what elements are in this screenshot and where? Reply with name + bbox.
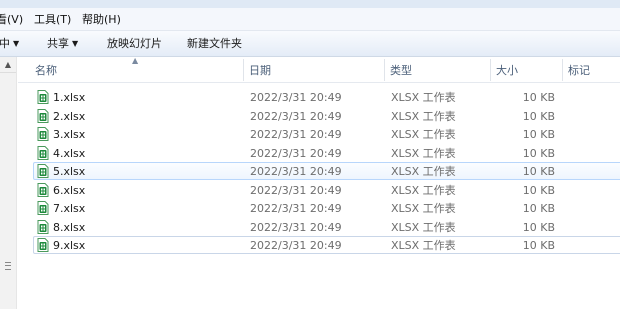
share-button[interactable]: 共享 ▼ [47,36,78,52]
file-row[interactable]: 1.xlsx 2022/3/31 20:49 XLSX 工作表 10 KB [33,88,620,106]
file-row[interactable]: 2.xlsx 2022/3/31 20:49 XLSX 工作表 10 KB [33,107,620,125]
include-label: 中 [0,37,10,50]
include-in-library-button[interactable]: 中 ▼ [0,36,19,52]
menu-help[interactable]: 帮助(H) [82,12,121,28]
file-type: XLSX 工作表 [391,109,456,123]
share-label: 共享 [47,37,69,50]
menu-bar: 看(V) 工具(T) 帮助(H) [0,0,620,31]
file-size: 10 KB [522,165,555,178]
file-type: XLSX 工作表 [391,183,456,197]
slideshow-button[interactable]: 放映幻灯片 [107,36,162,52]
file-date: 2022/3/31 20:49 [250,239,342,252]
file-row[interactable]: 7.xlsx 2022/3/31 20:49 XLSX 工作表 10 KB [33,199,620,217]
file-name: 6.xlsx [53,183,86,197]
column-divider[interactable] [490,59,491,81]
excel-file-icon [37,108,49,123]
sort-ascending-icon: ▲ [132,56,139,65]
menu-tools[interactable]: 工具(T) [34,12,71,28]
chevron-down-icon: ▼ [72,39,79,48]
excel-file-icon [37,182,49,197]
file-name: 3.xlsx [53,128,86,141]
file-type: XLSX 工作表 [391,128,456,141]
file-date: 2022/3/31 20:49 [250,109,342,123]
scroll-up-icon[interactable]: ▲ [0,57,16,73]
file-row[interactable]: 6.xlsx 2022/3/31 20:49 XLSX 工作表 10 KB [33,181,620,199]
file-size: 10 KB [522,128,555,141]
column-divider[interactable] [384,59,385,81]
file-row[interactable]: 9.xlsx 2022/3/31 20:49 XLSX 工作表 10 KB [33,236,620,254]
file-type: XLSX 工作表 [391,202,456,215]
file-date: 2022/3/31 20:49 [250,91,342,104]
excel-file-icon [37,238,49,252]
scroll-grip-icon[interactable] [5,262,11,270]
file-row[interactable]: 8.xlsx 2022/3/31 20:49 XLSX 工作表 10 KB [33,218,620,236]
file-size: 10 KB [522,146,555,160]
column-divider[interactable] [562,59,563,81]
excel-file-icon [37,201,49,215]
file-name: 8.xlsx [53,220,86,234]
file-size: 10 KB [522,109,555,123]
nav-scrollbar[interactable]: ▲ [0,57,16,309]
file-list-view: ▲ 名称 日期 类型 大小 标记 1.xlsx 2022/3/31 20:49 … [18,57,620,309]
file-name: 2.xlsx [53,109,86,123]
file-date: 2022/3/31 20:49 [250,202,342,215]
file-name: 4.xlsx [53,146,86,160]
excel-file-icon [37,90,49,104]
file-type: XLSX 工作表 [391,146,456,160]
file-date: 2022/3/31 20:49 [250,220,342,234]
file-size: 10 KB [522,202,555,215]
file-type: XLSX 工作表 [391,239,456,252]
file-date: 2022/3/31 20:49 [250,165,342,178]
excel-file-icon [37,219,49,234]
new-folder-button[interactable]: 新建文件夹 [187,36,242,52]
file-date: 2022/3/31 20:49 [250,183,342,197]
navigation-pane: ▲ [0,57,17,309]
file-row[interactable]: 5.xlsx 2022/3/31 20:49 XLSX 工作表 10 KB [33,162,620,180]
excel-file-icon [37,164,49,178]
file-name: 9.xlsx [53,239,86,252]
file-row[interactable]: 3.xlsx 2022/3/31 20:49 XLSX 工作表 10 KB [33,125,620,143]
column-header-name[interactable]: 名称 [35,63,57,79]
file-type: XLSX 工作表 [391,91,456,104]
file-size: 10 KB [522,220,555,234]
file-date: 2022/3/31 20:49 [250,128,342,141]
menu-view[interactable]: 看(V) [0,12,23,28]
file-row[interactable]: 4.xlsx 2022/3/31 20:49 XLSX 工作表 10 KB [33,144,620,162]
excel-file-icon [37,127,49,141]
column-header-date[interactable]: 日期 [249,63,271,79]
file-name: 1.xlsx [53,91,86,104]
file-size: 10 KB [522,183,555,197]
file-type: XLSX 工作表 [391,165,456,178]
column-header-type[interactable]: 类型 [390,63,412,79]
file-size: 10 KB [522,91,555,104]
file-type: XLSX 工作表 [391,220,456,234]
column-header-tags[interactable]: 标记 [568,63,590,79]
column-header-size[interactable]: 大小 [496,63,518,79]
excel-file-icon [37,145,49,160]
command-bar: 中 ▼ 共享 ▼ 放映幻灯片 新建文件夹 [0,31,620,57]
file-date: 2022/3/31 20:49 [250,146,342,160]
column-header-bar: ▲ 名称 日期 类型 大小 标记 [18,57,620,83]
window-frame-edge [0,0,620,8]
file-name: 7.xlsx [53,202,86,215]
file-size: 10 KB [522,239,555,252]
file-name: 5.xlsx [53,165,86,178]
chevron-down-icon: ▼ [13,39,20,48]
column-divider[interactable] [243,59,244,81]
